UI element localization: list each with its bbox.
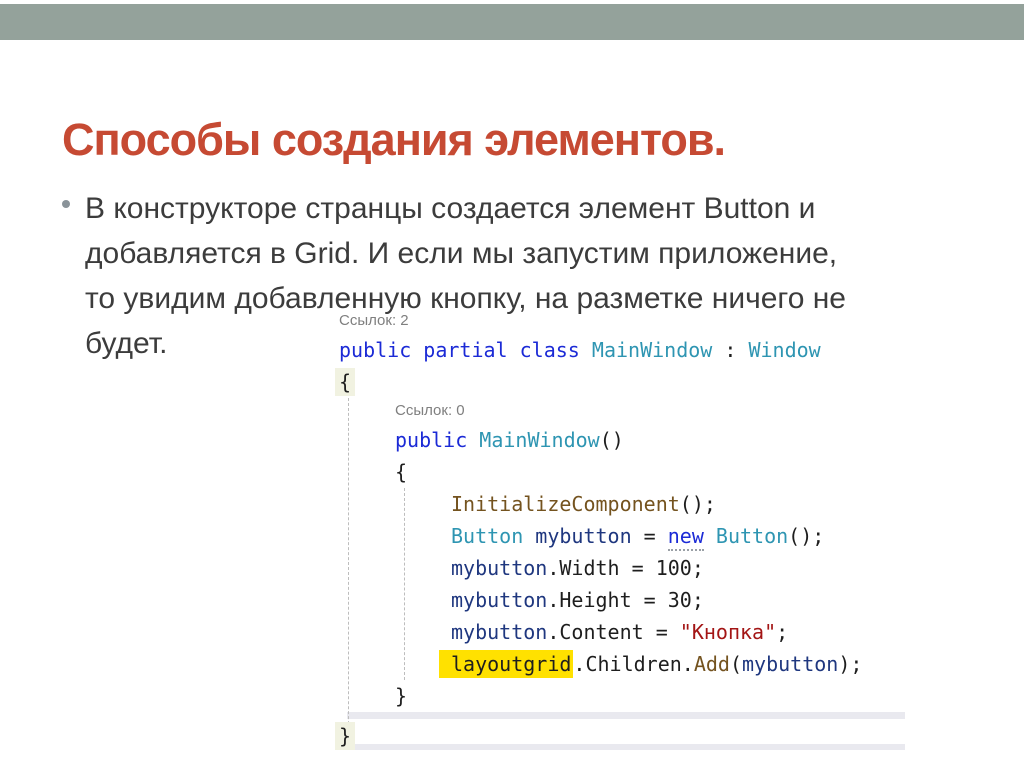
code-gray-band <box>347 712 905 719</box>
bullet-text-line: добавляется в Grid. И если мы запустим п… <box>85 237 838 270</box>
code-token: ( <box>729 652 743 676</box>
bullet-marker <box>62 200 70 208</box>
code-token: mybutton <box>451 588 548 612</box>
code-token: "Кнопка" <box>679 620 777 644</box>
code-screenshot: Ссылок: 2 public partial class MainWindow… <box>335 308 939 752</box>
code-token: InitializeComponent <box>451 492 680 516</box>
code-token: { <box>395 460 408 484</box>
code-line: public partial class MainWindow : Window <box>339 334 939 366</box>
code-token: mybutton <box>451 556 548 580</box>
code-token: (); <box>788 524 825 548</box>
code-token: } <box>335 722 356 750</box>
code-token: { <box>335 368 356 396</box>
code-line: Button mybutton = new Button(); <box>339 520 939 552</box>
code-token: public <box>395 428 468 452</box>
code-token: Button <box>451 524 524 548</box>
code-token: Window <box>748 338 821 362</box>
code-line: InitializeComponent(); <box>339 488 939 520</box>
code-line: } <box>339 680 939 712</box>
code-token: class <box>519 338 580 362</box>
code-token: mybutton <box>535 524 632 548</box>
code-line: mybutton.Content = "Кнопка"; <box>339 616 939 648</box>
code-token: () <box>599 428 624 452</box>
code-token: MainWindow <box>591 338 713 362</box>
code-token: mybutton <box>742 652 839 676</box>
code-token: ); <box>838 652 863 676</box>
code-line: { <box>339 456 939 488</box>
code-lines: Ссылок: 2 public partial class MainWindow… <box>335 308 939 752</box>
code-token: : <box>712 338 749 362</box>
code-token: = <box>631 524 668 548</box>
code-token: mybutton <box>451 620 548 644</box>
code-token: .Height = 30; <box>547 588 704 612</box>
code-token: Add <box>693 652 730 676</box>
code-token: public <box>339 338 412 362</box>
slide-title: Способы создания элементов. <box>62 114 726 166</box>
codelens-label: Ссылок: 2 <box>339 312 409 329</box>
code-token: (); <box>679 492 716 516</box>
code-token: partial <box>423 338 508 362</box>
code-line: { <box>335 366 939 398</box>
code-token: ; <box>776 620 789 644</box>
code-line: public MainWindow() <box>339 424 939 456</box>
code-token: .Content = <box>547 620 680 644</box>
code-line: } <box>335 720 939 752</box>
code-line: layoutgrid .Children.Add(mybutton); <box>339 648 939 680</box>
highlighted-code-token: layoutgrid <box>439 650 574 678</box>
code-token: MainWindow <box>479 428 600 452</box>
codelens-label: Ссылок: 0 <box>395 402 465 419</box>
code-line: mybutton.Height = 30; <box>339 584 939 616</box>
top-accent-bar <box>0 4 1024 40</box>
bullet-text-line: В конструкторе странцы создается элемент… <box>85 192 816 225</box>
code-token: .Children. <box>573 652 694 676</box>
code-token: } <box>395 684 408 708</box>
code-line: mybutton.Width = 100; <box>339 552 939 584</box>
code-token: .Width = 100; <box>547 556 704 580</box>
code-token: new <box>667 524 704 551</box>
code-token: Button <box>715 524 789 548</box>
